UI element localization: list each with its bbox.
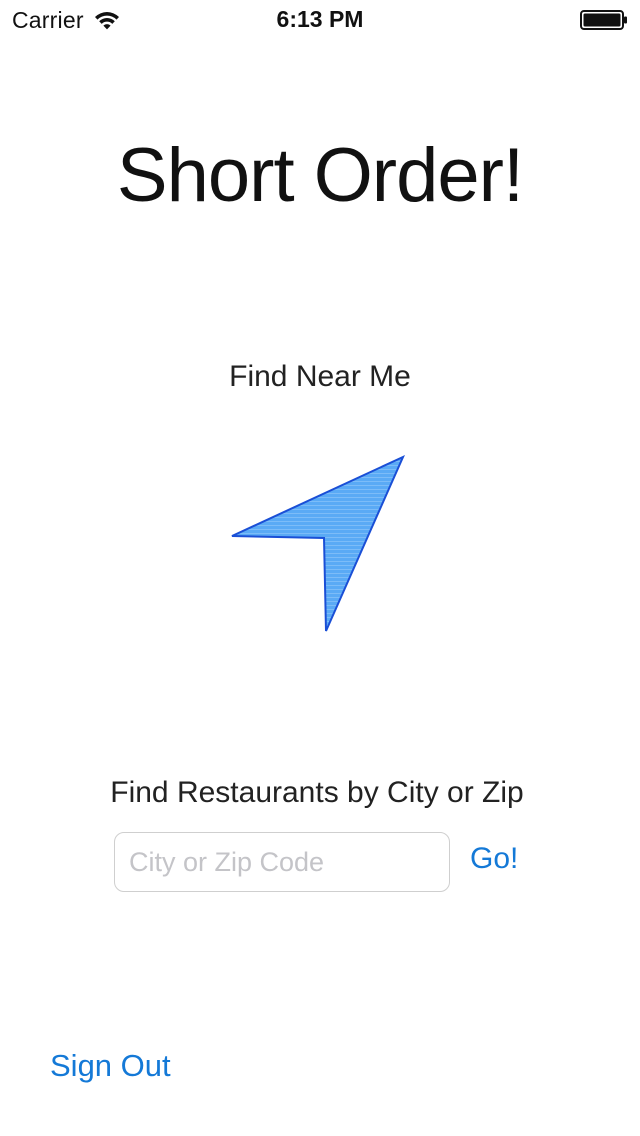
battery-icon: [580, 10, 627, 30]
location-arrow-icon[interactable]: [226, 450, 410, 636]
app-title: Short Order!: [116, 133, 524, 218]
city-zip-input[interactable]: [114, 832, 450, 892]
go-button[interactable]: Go!: [470, 842, 518, 876]
search-city-zip-label: Find Restaurants by City or Zip: [110, 776, 524, 809]
find-near-me-label: Find Near Me: [229, 360, 411, 393]
status-bar: Carrier 6:13 PM: [0, 0, 640, 40]
sign-out-button[interactable]: Sign Out: [50, 1048, 171, 1084]
status-time: 6:13 PM: [276, 6, 364, 32]
